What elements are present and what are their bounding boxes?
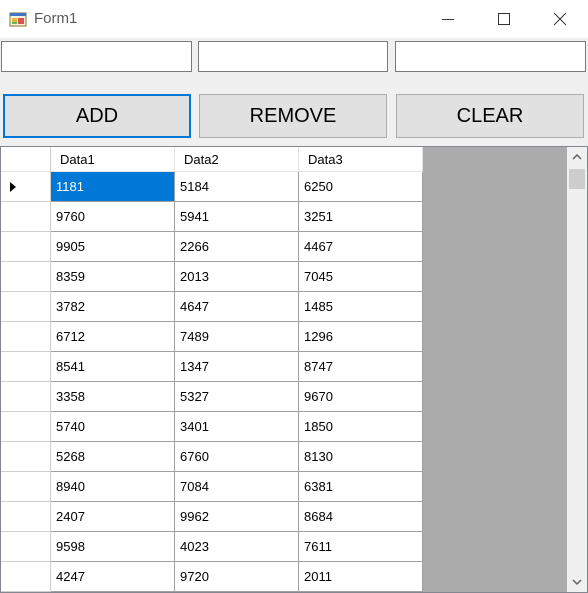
current-row-arrow-icon [10,182,16,192]
table-cell[interactable]: 4023 [175,532,299,562]
table-cell[interactable]: 5327 [175,382,299,412]
row-header[interactable] [1,562,51,592]
table-cell[interactable]: 1181 [51,172,175,202]
row-header[interactable] [1,412,51,442]
table-cell[interactable]: 4647 [175,292,299,322]
table-row[interactable]: 8940 7084 6381 [1,472,423,502]
scroll-down-button[interactable] [567,572,587,592]
remove-button[interactable]: REMOVE [199,94,387,138]
data-grid[interactable]: Data1 Data2 Data3 1181 5184 6250 9760 5941 32… [0,146,588,593]
table-cell[interactable]: 3401 [175,412,299,442]
table-cell[interactable]: 4247 [51,562,175,592]
row-header[interactable] [1,232,51,262]
table-row[interactable]: 3782 4647 1485 [1,292,423,322]
form-app-icon [9,12,27,27]
minimize-icon [442,19,454,20]
title-bar[interactable]: Form1 [0,0,588,38]
grid-corner-header[interactable] [1,147,51,172]
table-cell[interactable]: 9760 [51,202,175,232]
data1-input[interactable] [1,41,192,72]
table-cell[interactable]: 9962 [175,502,299,532]
chevron-up-icon [572,153,582,160]
table-row[interactable]: 3358 5327 9670 [1,382,423,412]
data2-input[interactable] [198,41,388,72]
row-header[interactable] [1,262,51,292]
row-header[interactable] [1,292,51,322]
table-cell[interactable]: 1485 [299,292,423,322]
table-row[interactable]: 9598 4023 7611 [1,532,423,562]
table-cell[interactable]: 1296 [299,322,423,352]
table-cell[interactable]: 2011 [299,562,423,592]
row-header[interactable] [1,352,51,382]
table-cell[interactable]: 7489 [175,322,299,352]
table-cell[interactable]: 2407 [51,502,175,532]
table-cell[interactable]: 7084 [175,472,299,502]
table-cell[interactable]: 3358 [51,382,175,412]
scroll-up-button[interactable] [567,147,587,167]
table-cell[interactable]: 6381 [299,472,423,502]
table-cell[interactable]: 9598 [51,532,175,562]
table-cell[interactable]: 8747 [299,352,423,382]
table-row[interactable]: 1181 5184 6250 [1,172,423,202]
table-row[interactable]: 2407 9962 8684 [1,502,423,532]
table-cell[interactable]: 8684 [299,502,423,532]
table-row[interactable]: 4247 9720 2011 [1,562,423,592]
table-cell[interactable]: 1850 [299,412,423,442]
row-header[interactable] [1,472,51,502]
table-row[interactable]: 8359 2013 7045 [1,262,423,292]
table-cell[interactable]: 5184 [175,172,299,202]
row-header[interactable] [1,382,51,412]
table-row[interactable]: 8541 1347 8747 [1,352,423,382]
table-row[interactable]: 9760 5941 3251 [1,202,423,232]
table-cell[interactable]: 6760 [175,442,299,472]
table-row[interactable]: 6712 7489 1296 [1,322,423,352]
maximize-button[interactable] [476,0,532,38]
vertical-scrollbar[interactable] [567,147,587,592]
grid-body: 1181 5184 6250 9760 5941 3251 9905 2266 4467 8359… [1,172,423,592]
table-cell[interactable]: 5740 [51,412,175,442]
table-cell[interactable]: 6712 [51,322,175,352]
grid-header: Data1 Data2 Data3 [1,147,423,172]
table-cell[interactable]: 6250 [299,172,423,202]
table-cell[interactable]: 7611 [299,532,423,562]
maximize-icon [498,13,510,25]
column-header-data2[interactable]: Data2 [175,147,299,172]
table-cell[interactable]: 3782 [51,292,175,322]
table-row[interactable]: 5740 3401 1850 [1,412,423,442]
table-cell[interactable]: 9670 [299,382,423,412]
row-header[interactable] [1,202,51,232]
row-header[interactable] [1,502,51,532]
row-header[interactable] [1,322,51,352]
add-button[interactable]: ADD [3,94,191,138]
chevron-down-icon [572,579,582,586]
table-cell[interactable]: 4467 [299,232,423,262]
table-row[interactable]: 5268 6760 8130 [1,442,423,472]
row-header[interactable] [1,172,51,202]
table-cell[interactable]: 3251 [299,202,423,232]
table-cell[interactable]: 8541 [51,352,175,382]
table-cell[interactable]: 9720 [175,562,299,592]
clear-button[interactable]: CLEAR [396,94,584,138]
table-cell[interactable]: 2013 [175,262,299,292]
window-title: Form1 [34,10,78,27]
scroll-thumb[interactable] [569,169,585,189]
table-cell[interactable]: 5268 [51,442,175,472]
table-cell[interactable]: 8940 [51,472,175,502]
minimize-button[interactable] [420,0,476,38]
column-header-data3[interactable]: Data3 [299,147,423,172]
table-cell[interactable]: 9905 [51,232,175,262]
column-header-data1[interactable]: Data1 [51,147,175,172]
table-cell[interactable]: 8359 [51,262,175,292]
table-cell[interactable]: 1347 [175,352,299,382]
table-cell[interactable]: 8130 [299,442,423,472]
row-header[interactable] [1,532,51,562]
table-cell[interactable]: 5941 [175,202,299,232]
row-header[interactable] [1,442,51,472]
data3-input[interactable] [395,41,586,72]
table-row[interactable]: 9905 2266 4467 [1,232,423,262]
close-button[interactable] [532,0,588,38]
table-cell[interactable]: 2266 [175,232,299,262]
table-cell[interactable]: 7045 [299,262,423,292]
close-icon [553,12,567,26]
